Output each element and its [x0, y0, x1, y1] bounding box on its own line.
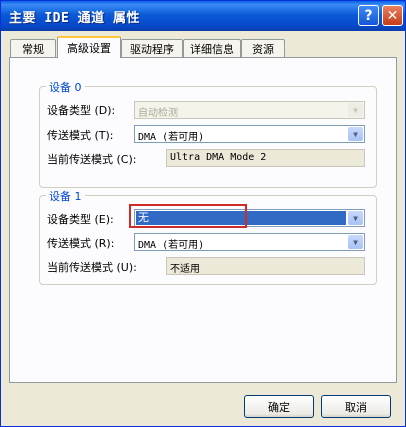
tab-general[interactable]: 常规: [10, 39, 56, 57]
chevron-down-icon[interactable]: ▼: [348, 235, 363, 249]
ok-label: 确定: [268, 400, 290, 414]
tab-resources[interactable]: 资源: [241, 39, 285, 57]
ok-button[interactable]: 确定: [244, 395, 314, 418]
properties-dialog: 主要 IDE 通道 属性 ? ✕ 常规 高级设置 驱动程序 详细信息 资源 设备…: [0, 0, 406, 427]
help-button[interactable]: ?: [358, 5, 379, 26]
device0-type-select[interactable]: 自动检测 ▼: [134, 101, 365, 119]
tab-label: 常规: [22, 42, 44, 56]
close-icon: ✕: [386, 7, 399, 24]
tab-label: 资源: [252, 42, 274, 56]
cancel-label: 取消: [345, 400, 367, 414]
device0-current-value: Ultra DMA Mode 2: [170, 152, 267, 163]
tab-label: 驱动程序: [130, 42, 174, 56]
device0-current-label: 当前传送模式 (C):: [47, 153, 137, 166]
highlight-box: [129, 204, 247, 228]
tab-driver[interactable]: 驱动程序: [121, 39, 183, 57]
device0-mode-value: DMA (若可用): [138, 132, 205, 143]
help-icon: ?: [364, 7, 373, 24]
device1-mode-label: 传送模式 (R):: [47, 237, 115, 250]
device0-mode-select[interactable]: DMA (若可用) ▼: [134, 125, 365, 143]
title-bar[interactable]: 主要 IDE 通道 属性 ? ✕: [1, 1, 405, 31]
chevron-down-icon[interactable]: ▼: [348, 127, 363, 141]
device1-type-label: 设备类型 (E):: [47, 213, 114, 226]
tab-label: 高级设置: [67, 42, 111, 55]
window-title: 主要 IDE 通道 属性: [9, 11, 140, 26]
tab-details[interactable]: 详细信息: [183, 39, 241, 57]
chevron-down-icon: ▼: [348, 103, 363, 117]
chevron-down-icon[interactable]: ▼: [348, 211, 363, 225]
device1-current-label: 当前传送模式 (U):: [47, 261, 137, 274]
cancel-button[interactable]: 取消: [321, 395, 391, 418]
device1-mode-select[interactable]: DMA (若可用) ▼: [134, 233, 365, 251]
tab-label: 详细信息: [190, 42, 234, 56]
device0-mode-label: 传送模式 (T):: [47, 129, 114, 142]
tab-advanced[interactable]: 高级设置: [57, 36, 121, 58]
device0-title: 设备 0: [46, 79, 85, 95]
device0-type-label: 设备类型 (D):: [47, 104, 116, 117]
device0-current-field: Ultra DMA Mode 2: [166, 149, 365, 167]
device1-current-value: 不适用: [170, 264, 200, 275]
device1-current-field: 不适用: [166, 257, 365, 275]
device1-title: 设备 1: [46, 188, 85, 204]
close-button[interactable]: ✕: [382, 5, 403, 26]
device1-mode-value: DMA (若可用): [138, 240, 205, 251]
device0-type-value: 自动检测: [138, 108, 178, 119]
